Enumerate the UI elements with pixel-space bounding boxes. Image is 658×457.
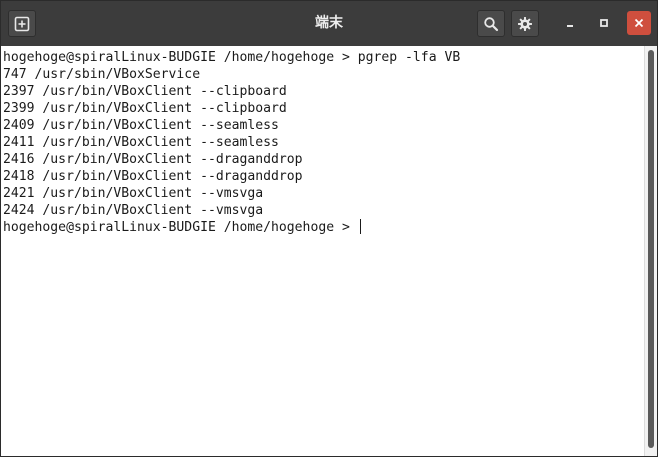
close-icon <box>634 18 644 28</box>
search-icon <box>484 17 499 32</box>
title-bar[interactable]: 端末 <box>1 1 657 46</box>
terminal-line: hogehoge@spiralLinux-BUDGIE /home/hogeho… <box>3 50 461 65</box>
maximize-icon <box>600 19 608 27</box>
terminal-window: 端末 hogehoge@spiralLinux-BUDGIE /home/hog… <box>0 0 658 457</box>
text-cursor <box>359 219 361 234</box>
terminal-line: 2397 /usr/bin/VBoxClient --clipboard <box>3 84 287 99</box>
minimize-button[interactable] <box>558 11 582 35</box>
terminal-line: 2418 /usr/bin/VBoxClient --draganddrop <box>3 169 303 184</box>
search-button[interactable] <box>477 10 505 37</box>
vertical-scrollbar[interactable] <box>644 46 657 456</box>
maximize-button[interactable] <box>592 11 616 35</box>
terminal-line: 747 /usr/sbin/VBoxService <box>3 67 201 82</box>
gear-icon <box>518 17 532 31</box>
terminal-line: 2424 /usr/bin/VBoxClient --vmsvga <box>3 203 264 218</box>
terminal-output[interactable]: hogehoge@spiralLinux-BUDGIE /home/hogeho… <box>1 46 644 456</box>
terminal-line: 2416 /usr/bin/VBoxClient --draganddrop <box>3 152 303 167</box>
shell-prompt: hogehoge@spiralLinux-BUDGIE /home/hogeho… <box>3 220 358 235</box>
terminal-line: 2411 /usr/bin/VBoxClient --seamless <box>3 135 279 150</box>
scrollbar-thumb[interactable] <box>648 50 654 448</box>
terminal-line: 2409 /usr/bin/VBoxClient --seamless <box>3 118 279 133</box>
minimize-icon <box>567 25 573 27</box>
close-button[interactable] <box>627 11 651 35</box>
settings-button[interactable] <box>511 10 539 37</box>
prompt-line[interactable]: hogehoge@spiralLinux-BUDGIE /home/hogeho… <box>3 219 644 236</box>
terminal-line: 2421 /usr/bin/VBoxClient --vmsvga <box>3 186 264 201</box>
terminal-line: 2399 /usr/bin/VBoxClient --clipboard <box>3 101 287 116</box>
